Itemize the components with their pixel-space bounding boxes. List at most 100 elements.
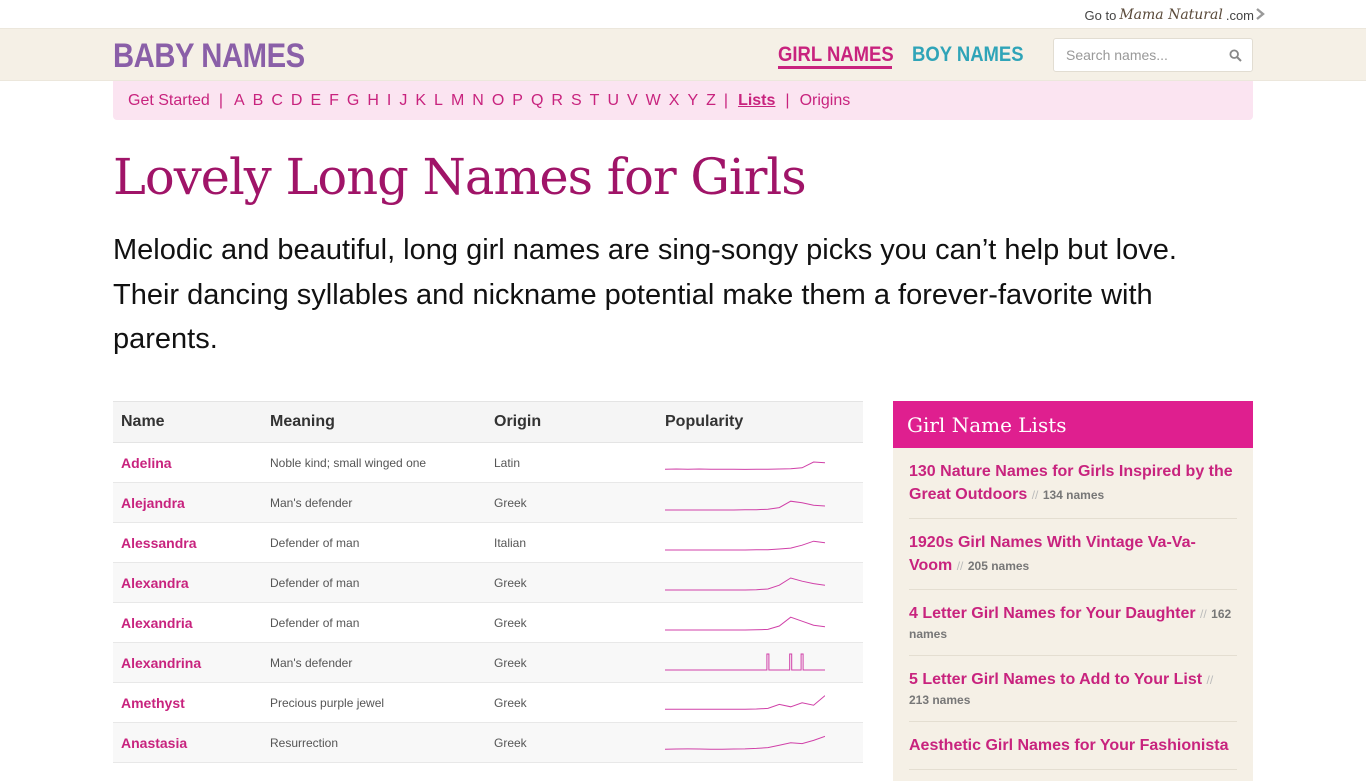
sidebar-girl-name-lists: Girl Name Lists 130 Nature Names for Gir… bbox=[893, 401, 1253, 781]
letter-link-r[interactable]: R bbox=[551, 92, 563, 110]
letter-link-b[interactable]: B bbox=[253, 92, 264, 110]
letter-link-o[interactable]: O bbox=[492, 92, 504, 110]
letter-link-u[interactable]: U bbox=[607, 92, 619, 110]
letter-link-d[interactable]: D bbox=[291, 92, 303, 110]
table-row: Alexandria Defender of man Greek bbox=[113, 602, 863, 643]
nav-lists[interactable]: Lists bbox=[738, 92, 775, 110]
table-row: Adelina Noble kind; small winged one Latin bbox=[113, 442, 863, 483]
list-count: 134 names bbox=[1042, 488, 1105, 502]
meaning-cell: Defender of man bbox=[262, 562, 486, 603]
letter-link-t[interactable]: T bbox=[590, 92, 600, 110]
popularity-cell bbox=[657, 602, 863, 643]
sidebar-list-item: 4 Letter Girl Names for Your Daughter //… bbox=[909, 590, 1237, 656]
table-row: Amethyst Precious purple jewel Greek bbox=[113, 682, 863, 723]
letter-link-p[interactable]: P bbox=[512, 92, 523, 110]
name-cell: Alessandra bbox=[113, 522, 262, 563]
mama-natural-logo: Mama Natural bbox=[1119, 7, 1223, 23]
sparkline-line bbox=[665, 653, 825, 670]
baby-names-logo[interactable]: BABY NAMES bbox=[113, 37, 305, 76]
letter-link-x[interactable]: X bbox=[669, 92, 680, 110]
count-separator: // bbox=[956, 559, 964, 573]
name-link[interactable]: Alejandra bbox=[121, 495, 185, 511]
letter-link-n[interactable]: N bbox=[472, 92, 484, 110]
letter-link-s[interactable]: S bbox=[571, 92, 582, 110]
letter-link-j[interactable]: J bbox=[399, 92, 407, 110]
page-intro: Melodic and beautiful, long girl names a… bbox=[113, 234, 1177, 355]
sidebar-list-item: 1920s Girl Names With Vintage Va-Va-Voom… bbox=[909, 519, 1237, 590]
separator: | bbox=[785, 91, 790, 109]
top-strip: Go to Mama Natural .com bbox=[0, 0, 1366, 29]
sidebar-list-item: Aesthetic Girl Names for Your Fashionist… bbox=[909, 722, 1237, 770]
list-link[interactable]: Aesthetic Girl Names for Your Fashionist… bbox=[909, 737, 1229, 754]
table-row: Alexandrina Man's defender Greek bbox=[113, 642, 863, 683]
name-link[interactable]: Alexandria bbox=[121, 615, 193, 631]
letter-link-k[interactable]: K bbox=[415, 92, 426, 110]
name-cell: Alejandra bbox=[113, 482, 262, 523]
letter-link-w[interactable]: W bbox=[646, 92, 661, 110]
popularity-sparkline bbox=[665, 500, 825, 510]
letter-link-z[interactable]: Z bbox=[706, 92, 716, 110]
letter-link-h[interactable]: H bbox=[367, 92, 379, 110]
popularity-sparkline bbox=[665, 653, 825, 670]
table-row: Anastasia Resurrection Greek bbox=[113, 722, 863, 763]
popularity-sparkline bbox=[665, 540, 825, 550]
meaning-cell: Man's defender bbox=[262, 642, 486, 683]
page-title: Lovely Long Names for Girls bbox=[113, 148, 807, 206]
name-link[interactable]: Alessandra bbox=[121, 535, 196, 551]
name-link[interactable]: Alexandrina bbox=[121, 655, 201, 671]
brand-suffix: .com bbox=[1225, 7, 1254, 23]
name-cell: Alexandra bbox=[113, 562, 262, 603]
go-to-mama-natural-link[interactable]: Go to Mama Natural .com bbox=[1085, 7, 1254, 23]
meaning-cell: Defender of man bbox=[262, 522, 486, 563]
letter-link-y[interactable]: Y bbox=[687, 92, 698, 110]
name-link[interactable]: Alexandra bbox=[121, 575, 189, 591]
col-name-header: Name bbox=[113, 401, 262, 443]
letter-link-m[interactable]: M bbox=[451, 92, 464, 110]
meaning-cell: Noble kind; small winged one bbox=[262, 442, 486, 483]
name-cell: Alexandrina bbox=[113, 642, 262, 683]
count-separator: // bbox=[1031, 488, 1039, 502]
nav-origins[interactable]: Origins bbox=[800, 92, 851, 110]
popularity-cell bbox=[657, 482, 863, 523]
list-link[interactable]: 1920s Girl Names With Vintage Va-Va-Voom bbox=[909, 534, 1196, 574]
name-cell: Amethyst bbox=[113, 682, 262, 723]
letter-link-f[interactable]: F bbox=[329, 92, 339, 110]
letter-link-c[interactable]: C bbox=[271, 92, 283, 110]
nav-boy-names[interactable]: BOY NAMES bbox=[912, 43, 1024, 67]
table-row: Alexandra Defender of man Greek bbox=[113, 562, 863, 603]
letter-link-v[interactable]: V bbox=[627, 92, 638, 110]
origin-cell: Greek bbox=[486, 482, 657, 523]
search-icon[interactable] bbox=[1229, 49, 1242, 62]
letter-links: ABCDEFGHIJKLMNOPQRSTUVWXYZ bbox=[234, 92, 724, 110]
origin-cell: Latin bbox=[486, 442, 657, 483]
nav-get-started[interactable]: Get Started bbox=[128, 92, 210, 110]
name-cell: Adelina bbox=[113, 442, 262, 483]
letter-link-l[interactable]: L bbox=[434, 92, 443, 110]
popularity-cell bbox=[657, 522, 863, 563]
letter-link-e[interactable]: E bbox=[310, 92, 321, 110]
name-link[interactable]: Amethyst bbox=[121, 695, 185, 711]
search-input[interactable] bbox=[1054, 47, 1219, 63]
nav-girl-names[interactable]: GIRL NAMES bbox=[778, 43, 894, 67]
sidebar-list-item: 130 Nature Names for Girls Inspired by t… bbox=[909, 448, 1237, 519]
sidebar-title: Girl Name Lists bbox=[893, 401, 1253, 448]
meaning-cell: Precious purple jewel bbox=[262, 682, 486, 723]
col-popularity-header: Popularity bbox=[657, 401, 863, 443]
popularity-sparkline bbox=[665, 735, 825, 750]
letter-link-g[interactable]: G bbox=[347, 92, 359, 110]
name-link[interactable]: Adelina bbox=[121, 455, 172, 471]
sparkline-line bbox=[665, 500, 825, 510]
letter-link-q[interactable]: Q bbox=[531, 92, 543, 110]
popularity-sparkline bbox=[665, 460, 825, 470]
list-link[interactable]: 5 Letter Girl Names to Add to Your List bbox=[909, 671, 1202, 688]
table-row: Alessandra Defender of man Italian bbox=[113, 522, 863, 563]
search-box bbox=[1053, 38, 1253, 72]
origin-cell: Italian bbox=[486, 522, 657, 563]
sparkline-line bbox=[665, 576, 825, 590]
letter-link-a[interactable]: A bbox=[234, 92, 245, 110]
name-link[interactable]: Anastasia bbox=[121, 735, 187, 751]
sidebar-list: 130 Nature Names for Girls Inspired by t… bbox=[893, 448, 1253, 770]
letter-link-i[interactable]: I bbox=[387, 92, 391, 110]
list-link[interactable]: 4 Letter Girl Names for Your Daughter bbox=[909, 605, 1196, 622]
origin-cell: Greek bbox=[486, 562, 657, 603]
